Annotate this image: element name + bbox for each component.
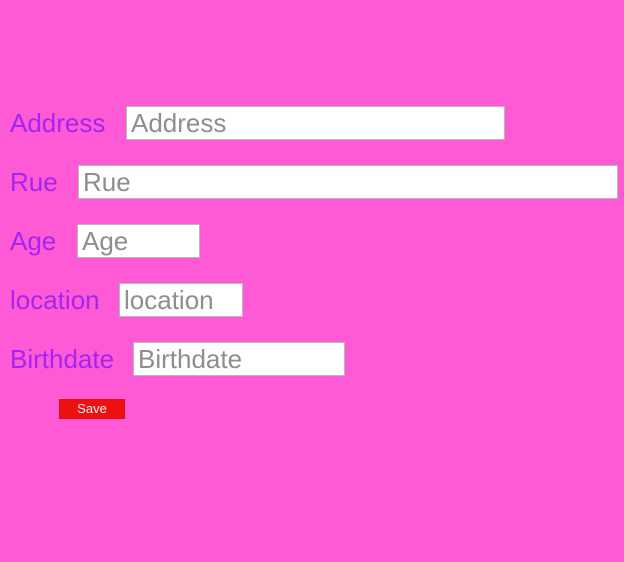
- location-label: location: [10, 285, 100, 315]
- save-button[interactable]: Save: [59, 399, 125, 419]
- age-input[interactable]: [77, 224, 200, 258]
- rue-label: Rue: [10, 167, 58, 197]
- birthdate-label: Birthdate: [10, 344, 115, 374]
- address-label: Address: [10, 108, 106, 138]
- address-input[interactable]: [126, 106, 505, 140]
- rue-input[interactable]: [78, 165, 618, 199]
- location-input[interactable]: [119, 283, 243, 317]
- birthdate-input[interactable]: [133, 342, 345, 376]
- age-label: Age: [10, 226, 57, 256]
